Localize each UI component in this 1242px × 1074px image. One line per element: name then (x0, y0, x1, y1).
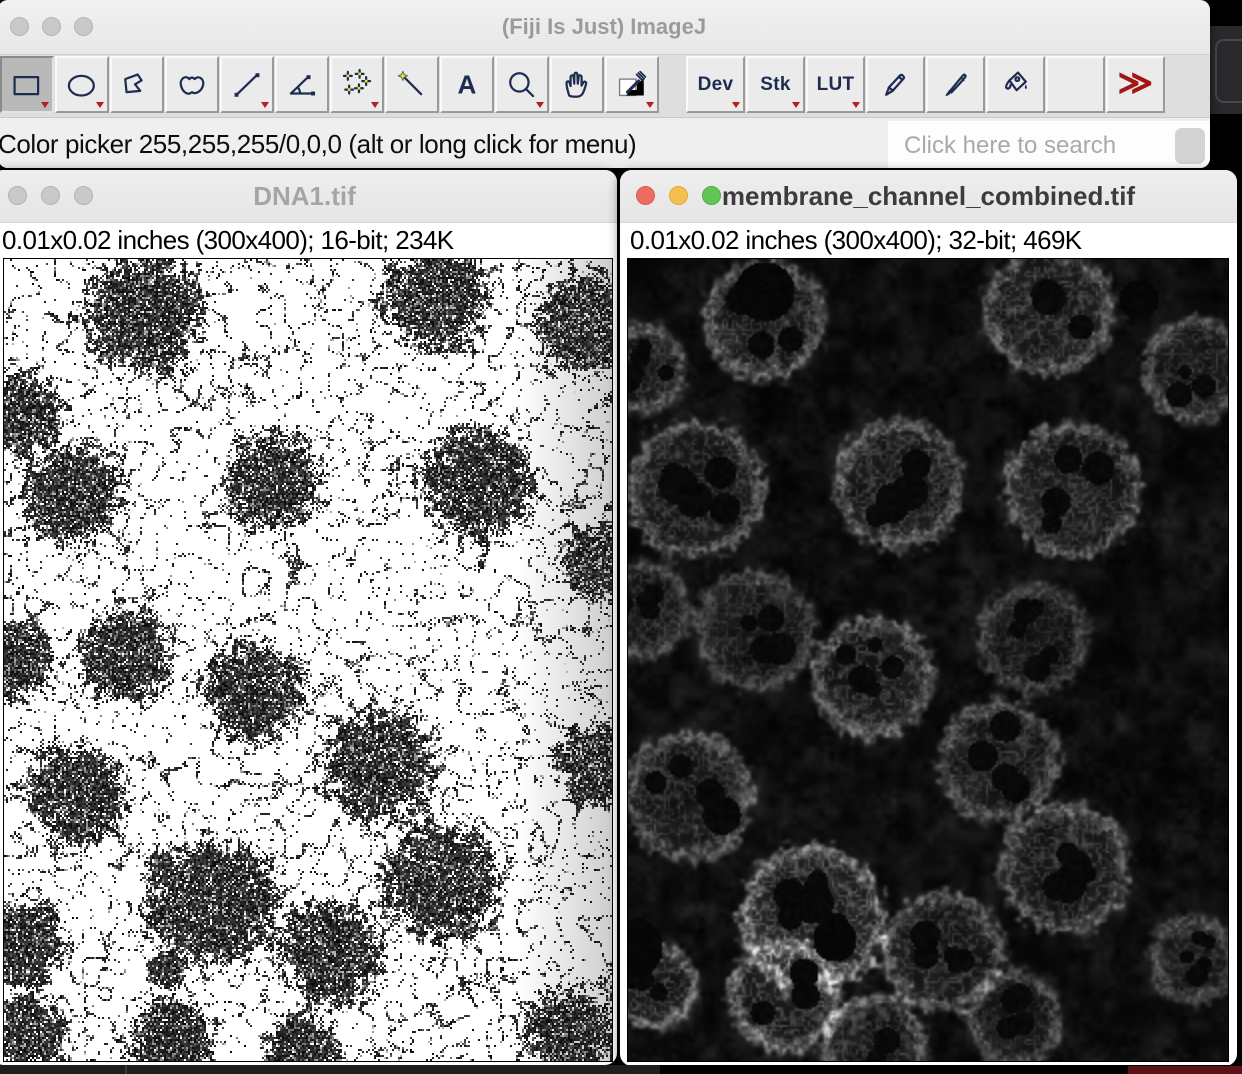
window-title: membrane_channel_combined.tif (722, 181, 1135, 212)
tool-menu-arrow-icon (792, 102, 800, 108)
tool-rectangle-button[interactable] (0, 56, 54, 113)
status-row: Color picker 255,255,255/0,0,0 (alt or l… (0, 117, 1210, 168)
dna-image-canvas[interactable] (3, 258, 613, 1062)
membrane-image-canvas[interactable] (627, 258, 1229, 1062)
image-info-bar: 0.01x0.02 inches (300x400); 32-bit; 469K (620, 223, 1237, 259)
window-title: DNA1.tif (253, 181, 356, 212)
tool-menu-arrow-icon (261, 102, 269, 108)
tool-brush-button[interactable] (926, 56, 985, 113)
tool-wand-button[interactable] (385, 56, 439, 113)
tool-empty-button[interactable] (1046, 56, 1105, 113)
desktop-bottom-strip (0, 1065, 1242, 1074)
tool-menu-arrow-icon (732, 102, 740, 108)
minimize-button[interactable] (42, 17, 61, 36)
tool-angle-button[interactable] (275, 56, 329, 113)
tool-menu-arrow-icon (371, 102, 379, 108)
image-info-bar: 0.01x0.02 inches (300x400); 16-bit; 234K (0, 223, 617, 259)
zoom-window-button[interactable] (74, 186, 93, 205)
dock-strip (0, 1065, 660, 1074)
tool-hand-button[interactable] (550, 56, 604, 113)
traffic-lights (10, 17, 93, 36)
tool-menu-arrow-icon (646, 102, 654, 108)
tool-stacks-button[interactable]: Stk (746, 56, 805, 113)
background-red-bar (1128, 1066, 1242, 1074)
tool-menu-arrow-icon (96, 102, 104, 108)
tool-stacks-label: Stk (760, 74, 790, 96)
scrollbar-thumb[interactable] (1175, 128, 1205, 164)
close-button[interactable] (8, 186, 27, 205)
traffic-lights (636, 186, 721, 205)
svg-text:A: A (458, 69, 477, 99)
tool-point-button[interactable] (330, 56, 384, 113)
search-placeholder: Click here to search (904, 132, 1116, 160)
zoom-window-button[interactable] (702, 186, 721, 205)
tool-freehand-button[interactable] (165, 56, 219, 113)
background-app-panel (1206, 26, 1242, 114)
imagej-main-window: (Fiji Is Just) ImageJ A Dev Stk LUT ≫ Color … (0, 0, 1210, 168)
minimize-button[interactable] (669, 186, 688, 205)
search-input[interactable]: Click here to search (888, 121, 1210, 168)
tool-dev-label: Dev (698, 74, 734, 96)
dna-image-window[interactable]: DNA1.tif 0.01x0.02 inches (300x400); 16-… (0, 170, 617, 1065)
tool-more-label: ≫ (1118, 66, 1154, 100)
minimize-button[interactable] (41, 186, 60, 205)
tool-menu-arrow-icon (41, 102, 49, 108)
tool-text-button[interactable]: A (440, 56, 494, 113)
tool-dev-button[interactable]: Dev (686, 56, 745, 113)
close-button[interactable] (636, 186, 655, 205)
tool-color-picker-button[interactable] (605, 56, 659, 113)
tool-line-button[interactable] (220, 56, 274, 113)
traffic-lights (8, 186, 93, 205)
dna-titlebar[interactable]: DNA1.tif (0, 170, 617, 223)
background-app-button (1215, 39, 1242, 103)
tool-bar: A Dev Stk LUT ≫ (0, 55, 1210, 117)
window-title: (Fiji Is Just) ImageJ (502, 14, 706, 40)
desktop: (Fiji Is Just) ImageJ A Dev Stk LUT ≫ Color … (0, 0, 1242, 1074)
tool-lut-label: LUT (817, 74, 855, 96)
tool-menu-arrow-icon (852, 102, 860, 108)
tool-lut-button[interactable]: LUT (806, 56, 865, 113)
imagej-titlebar[interactable]: (Fiji Is Just) ImageJ (0, 0, 1210, 55)
status-text: Color picker 255,255,255/0,0,0 (alt or l… (0, 129, 636, 160)
tool-menu-arrow-icon (536, 102, 544, 108)
tool-pencil-button[interactable] (866, 56, 925, 113)
membrane-titlebar[interactable]: membrane_channel_combined.tif (620, 170, 1237, 223)
tool-zoom-button[interactable] (495, 56, 549, 113)
tool-fill-button[interactable] (986, 56, 1045, 113)
tool-oval-button[interactable] (55, 56, 109, 113)
tool-more-button[interactable]: ≫ (1106, 56, 1165, 113)
zoom-window-button[interactable] (74, 17, 93, 36)
dock-divider (125, 1065, 127, 1074)
tool-polygon-button[interactable] (110, 56, 164, 113)
membrane-image-window[interactable]: membrane_channel_combined.tif 0.01x0.02 … (620, 170, 1237, 1066)
close-button[interactable] (10, 17, 29, 36)
